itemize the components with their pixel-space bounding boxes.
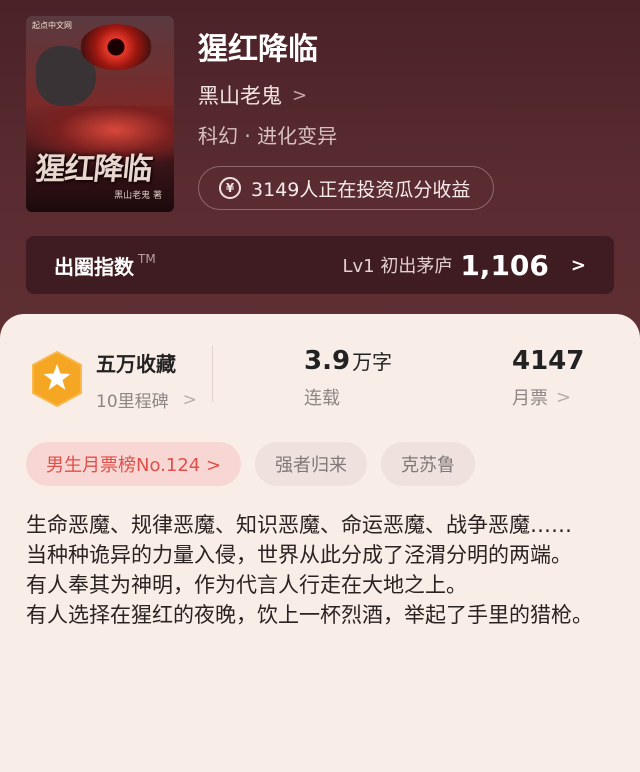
circle-index-bar[interactable]: 出圈指数 TM Lv1 初出茅庐 1,106 > bbox=[26, 236, 614, 294]
cover-author: 黑山老鬼 著 bbox=[114, 191, 162, 201]
info-card: 五万收藏 10里程碑 > 3.9 万字 连载 4147 月票 > 男生月票榜No.… bbox=[0, 314, 640, 772]
collection-milestone: 10里程碑 bbox=[96, 392, 169, 412]
tag-item[interactable]: 强者归来 bbox=[255, 442, 368, 486]
serial-status: 连载 bbox=[304, 388, 340, 409]
word-count-number: 3.9 bbox=[304, 346, 351, 376]
monthly-ticket-stat[interactable]: 4147 月票 > bbox=[512, 346, 584, 410]
book-cover[interactable]: 起点中文网 猩红降临 黑山老鬼 著 bbox=[26, 16, 174, 212]
monthly-ticket-sub: 月票 > bbox=[512, 384, 584, 410]
trademark-mark: TM bbox=[138, 252, 156, 266]
tag-item[interactable]: 克苏鲁 bbox=[381, 442, 476, 486]
description-paragraph: 有人选择在猩红的夜晚，饮上一杯烈酒，举起了手里的猎枪。 bbox=[26, 603, 593, 627]
cover-title: 猩红降临 bbox=[33, 152, 154, 187]
chevron-right-icon: > bbox=[570, 254, 586, 276]
book-genre: 科幻 · 进化变异 bbox=[198, 124, 338, 148]
tag-rank[interactable]: 男生月票榜No.124 > bbox=[26, 442, 242, 486]
word-count-stat: 3.9 万字 连载 bbox=[304, 346, 392, 410]
author-name: 黑山老鬼 bbox=[198, 84, 282, 108]
cover-publisher: 起点中文网 bbox=[32, 21, 72, 30]
circle-index-right: Lv1 初出茅庐 1,106 > bbox=[342, 249, 586, 282]
monthly-ticket-label: 月票 bbox=[512, 388, 548, 409]
word-count-value: 3.9 万字 bbox=[304, 346, 392, 376]
collection-value: 五万收藏 bbox=[96, 352, 176, 376]
description-paragraph: 生命恶魔、规律恶魔、知识恶魔、命运恶魔、战争恶魔…… bbox=[26, 513, 572, 537]
invest-label: 3149人正在投资瓜分收益 bbox=[251, 178, 471, 201]
collection-sub: 10里程碑 > bbox=[96, 387, 197, 413]
book-title: 猩红降临 bbox=[198, 32, 318, 67]
circle-index-score: 1,106 bbox=[460, 248, 549, 282]
tag-list: 男生月票榜No.124 > 强者归来 克苏鲁 bbox=[26, 442, 489, 486]
description-paragraph: 有人奉其为神明，作为代言人行走在大地之上。 bbox=[26, 573, 467, 597]
circle-index-label: 出圈指数 bbox=[54, 254, 134, 279]
circle-index-level: Lv1 初出茅庐 bbox=[342, 256, 453, 277]
chevron-right-icon: > bbox=[556, 386, 572, 408]
cover-art-eye bbox=[80, 24, 152, 70]
yen-icon: ¥ bbox=[219, 177, 241, 199]
chevron-right-icon: > bbox=[182, 389, 197, 410]
stat-divider bbox=[212, 346, 213, 402]
star-hexagon-icon[interactable] bbox=[30, 350, 84, 408]
book-description[interactable]: 生命恶魔、规律恶魔、知识恶魔、命运恶魔、战争恶魔…… 当种种诡异的力量入侵，世界… bbox=[26, 510, 618, 630]
monthly-ticket-value: 4147 bbox=[512, 346, 585, 376]
chevron-right-icon: > bbox=[292, 84, 308, 106]
description-paragraph: 当种种诡异的力量入侵，世界从此分成了泾渭分明的两端。 bbox=[26, 543, 572, 567]
word-count-unit: 万字 bbox=[352, 350, 393, 374]
collection-stat[interactable]: 五万收藏 10里程碑 > bbox=[96, 348, 197, 412]
invest-button[interactable]: ¥ 3149人正在投资瓜分收益 bbox=[198, 166, 494, 210]
author-link[interactable]: 黑山老鬼 > bbox=[198, 80, 307, 110]
